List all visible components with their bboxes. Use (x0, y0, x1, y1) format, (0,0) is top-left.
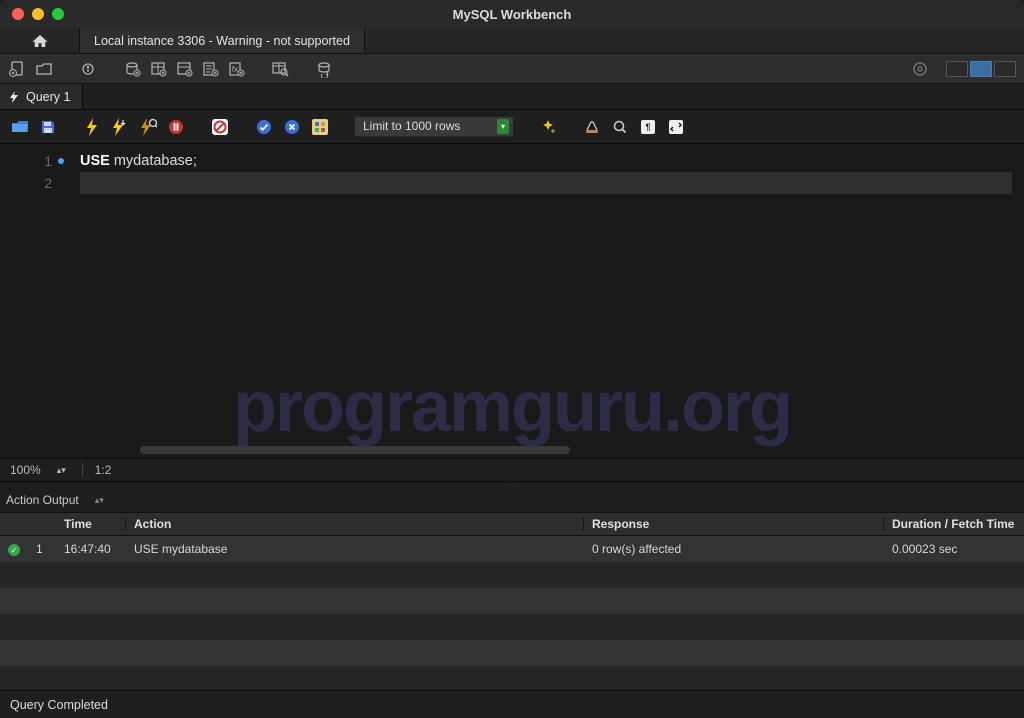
output-row[interactable]: ✓ 1 16:47:40 USE mydatabase 0 row(s) aff… (0, 536, 1024, 562)
line-number: 1 (44, 153, 52, 169)
editor-status-bar: 100% ▴▾ 1:2 (0, 458, 1024, 482)
lightning-icon (8, 91, 20, 103)
window-title: MySQL Workbench (0, 7, 1024, 22)
toggle-whitespace-button[interactable] (310, 117, 330, 137)
output-row-empty: . (0, 640, 1024, 666)
output-row-empty: . (0, 588, 1024, 614)
dropdown-caret-icon: ▾ (497, 119, 509, 134)
th-action[interactable]: Action (126, 517, 584, 531)
create-stored-procedure-button[interactable] (200, 59, 220, 79)
create-schema-button[interactable] (122, 59, 142, 79)
home-icon (31, 33, 49, 49)
settings-gear-icon[interactable] (910, 59, 930, 79)
panel-toggle-group (946, 61, 1016, 77)
th-duration[interactable]: Duration / Fetch Time (884, 517, 1024, 531)
editor-toolbar: Limit to 1000 rows ▾ ¶ (0, 110, 1024, 144)
cell-duration: 0.00023 sec (884, 542, 1024, 556)
status-bar: Query Completed (0, 690, 1024, 718)
svg-text:¶: ¶ (645, 122, 650, 132)
titlebar: MySQL Workbench (0, 0, 1024, 28)
maximize-window-button[interactable] (52, 8, 64, 20)
window-traffic-lights (12, 8, 64, 20)
snippets-button[interactable] (666, 117, 686, 137)
cell-response: 0 row(s) affected (584, 542, 884, 556)
new-sql-tab-button[interactable] (8, 59, 28, 79)
execute-current-button[interactable] (110, 117, 130, 137)
connection-tab-active[interactable]: Local instance 3306 - Warning - not supp… (80, 28, 365, 53)
query-tab-label: Query 1 (26, 90, 70, 104)
sql-keyword: USE (80, 153, 110, 169)
output-panel-header: Action Output ▴▾ (0, 488, 1024, 512)
editor-code-area[interactable]: USE mydatabase; (60, 144, 1024, 458)
sql-editor[interactable]: 1 2 USE mydatabase; programguru.org (0, 144, 1024, 458)
close-window-button[interactable] (12, 8, 24, 20)
cell-seq: 1 (28, 542, 56, 556)
toggle-secondary-sidebar-button[interactable] (994, 61, 1016, 77)
current-line (80, 172, 1012, 194)
output-rows: ✓ 1 16:47:40 USE mydatabase 0 row(s) aff… (0, 536, 1024, 690)
toggle-sidebar-button[interactable] (946, 61, 968, 77)
inspector-button[interactable] (78, 59, 98, 79)
cell-time: 16:47:40 (56, 542, 126, 556)
open-file-button[interactable] (10, 117, 30, 137)
create-function-button[interactable]: fx (226, 59, 246, 79)
query-tabs: Query 1 (0, 84, 1024, 110)
home-button[interactable] (0, 28, 80, 53)
stop-button[interactable] (166, 117, 186, 137)
toggle-output-panel-button[interactable] (970, 61, 992, 77)
output-row-empty: . (0, 562, 1024, 588)
reconnect-button[interactable] (314, 59, 334, 79)
execute-all-button[interactable] (82, 117, 102, 137)
commit-button[interactable] (254, 117, 274, 137)
main-toolbar: fx (0, 54, 1024, 84)
output-type-dropdown[interactable]: Action Output ▴▾ (6, 493, 104, 507)
output-type-label: Action Output (6, 493, 79, 507)
th-time[interactable]: Time (56, 517, 126, 531)
connection-tab-label: Local instance 3306 - Warning - not supp… (94, 34, 350, 48)
rollback-button[interactable] (282, 117, 302, 137)
th-response[interactable]: Response (584, 517, 884, 531)
editor-gutter: 1 2 (0, 144, 60, 458)
query-tab-active[interactable]: Query 1 (0, 84, 83, 109)
output-row-empty: . (0, 666, 1024, 690)
line-number: 2 (44, 175, 52, 191)
toggle-autocommit-button[interactable] (210, 117, 230, 137)
updown-caret-icon: ▴▾ (95, 495, 104, 506)
row-limit-select[interactable]: Limit to 1000 rows ▾ (354, 116, 514, 137)
status-ok-icon: ✓ (8, 544, 20, 556)
output-row-empty: . (0, 614, 1024, 640)
output-table-header: Time Action Response Duration / Fetch Ti… (0, 512, 1024, 536)
sql-text: mydatabase; (110, 153, 197, 169)
output-table: Time Action Response Duration / Fetch Ti… (0, 512, 1024, 690)
toggle-invisible-button[interactable] (610, 117, 630, 137)
open-sql-file-button[interactable] (34, 59, 54, 79)
minimize-window-button[interactable] (32, 8, 44, 20)
app-window: MySQL Workbench Local instance 3306 - Wa… (0, 0, 1024, 718)
create-table-button[interactable] (148, 59, 168, 79)
row-limit-label: Limit to 1000 rows (363, 119, 460, 133)
connection-tabs: Local instance 3306 - Warning - not supp… (0, 28, 1024, 54)
svg-text:fx: fx (232, 65, 238, 74)
create-view-button[interactable] (174, 59, 194, 79)
cursor-position: 1:2 (95, 463, 112, 477)
save-file-button[interactable] (38, 117, 58, 137)
beautify-button[interactable] (538, 117, 558, 137)
status-text: Query Completed (10, 698, 108, 712)
wrap-button[interactable]: ¶ (638, 117, 658, 137)
explain-button[interactable] (138, 117, 158, 137)
editor-horizontal-scrollbar[interactable] (140, 446, 570, 454)
cell-action: USE mydatabase (126, 542, 584, 556)
updown-caret-icon[interactable]: ▴▾ (57, 465, 66, 476)
zoom-level[interactable]: 100% (10, 463, 41, 477)
search-table-data-button[interactable] (270, 59, 290, 79)
find-button[interactable] (582, 117, 602, 137)
